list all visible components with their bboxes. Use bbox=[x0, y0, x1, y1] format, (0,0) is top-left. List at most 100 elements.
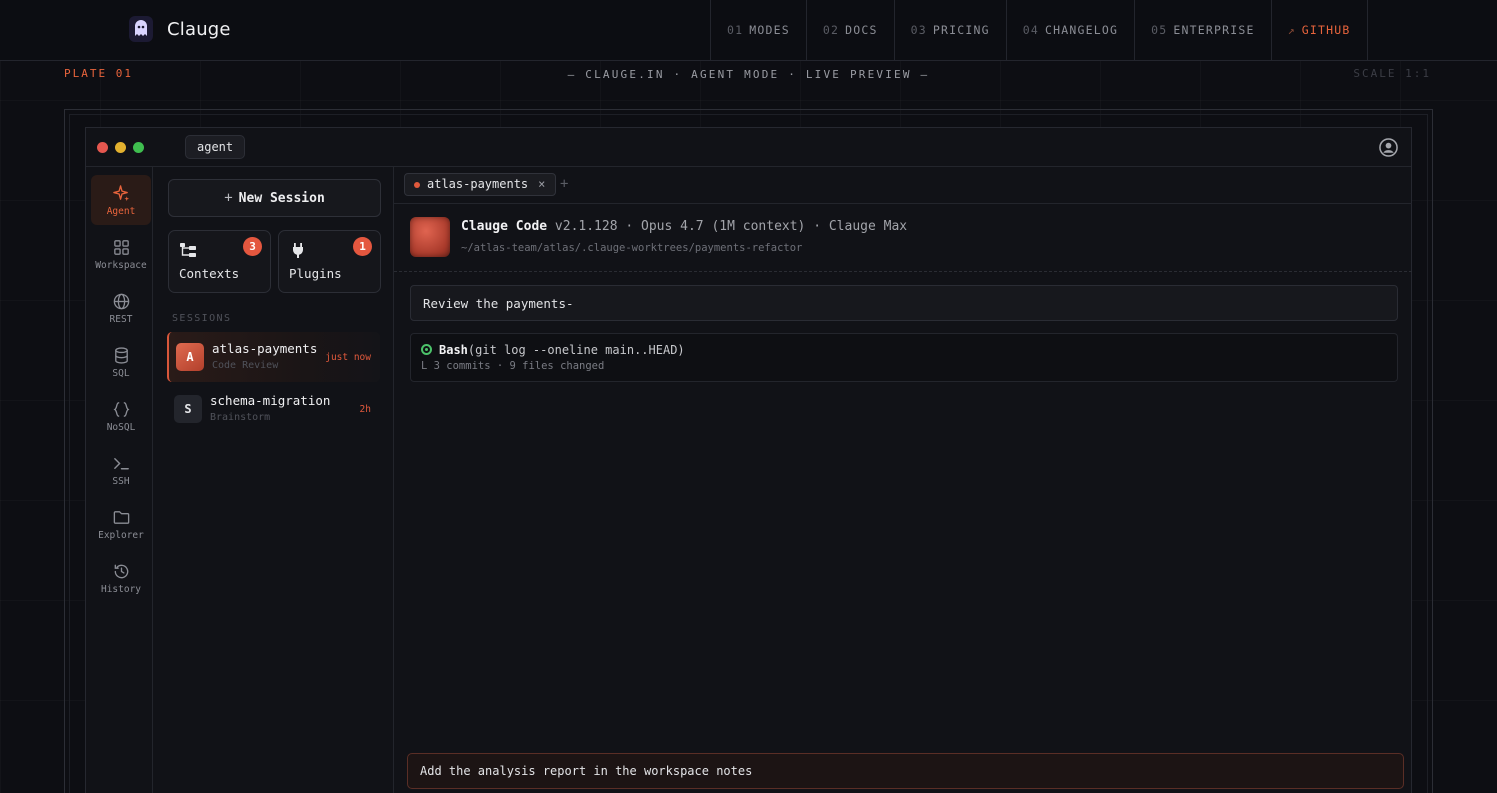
nav-num: 04 bbox=[1022, 23, 1039, 37]
new-session-button[interactable]: + New Session bbox=[168, 179, 381, 217]
session-name: schema-migration bbox=[210, 393, 331, 408]
contexts-card[interactable]: Contexts 3 bbox=[168, 230, 271, 293]
contexts-count-badge: 3 bbox=[243, 237, 262, 256]
nav-modes[interactable]: 01 MODES bbox=[710, 0, 806, 60]
brand-name: Clauge bbox=[167, 18, 231, 40]
contexts-label: Contexts bbox=[179, 266, 240, 281]
tab-status-dot bbox=[414, 182, 420, 188]
folder-tree-icon bbox=[180, 243, 196, 257]
session-time: 2h bbox=[359, 404, 371, 415]
app-window: agent Agent Workspace REST SQL NoSQL SSH… bbox=[85, 127, 1412, 793]
nav-num: 02 bbox=[822, 23, 840, 37]
nav-enterprise[interactable]: 05 ENTERPRISE bbox=[1134, 0, 1271, 60]
grid-icon bbox=[113, 239, 129, 255]
mode-pill[interactable]: agent bbox=[185, 135, 246, 159]
tab-atlas-payments[interactable]: atlas-payments × bbox=[404, 173, 557, 196]
nav-label: GITHUB bbox=[1301, 23, 1351, 37]
plug-icon bbox=[293, 243, 303, 258]
plugins-card[interactable]: Plugins 1 bbox=[278, 230, 381, 293]
tool-call-block[interactable]: Bash(git log --oneline main..HEAD) L 3 c… bbox=[410, 333, 1398, 382]
minimize-window-button[interactable] bbox=[115, 142, 126, 153]
nav-pricing[interactable]: 03 PRICING bbox=[893, 0, 1006, 60]
session-main: atlas-payments × + Clauge Code v2.1.128 ·… bbox=[394, 167, 1412, 793]
session-type: Code Review bbox=[212, 360, 279, 371]
window-titlebar: agent bbox=[86, 128, 1411, 167]
product-name: Clauge Code bbox=[461, 219, 548, 234]
session-item-atlas-payments[interactable]: A atlas-payments Code Review just now bbox=[167, 332, 380, 382]
nav-label: DOCS bbox=[845, 23, 878, 37]
preview-caption: — CLAUGE.IN · AGENT MODE · LIVE PREVIEW … bbox=[567, 68, 930, 81]
sessions-panel: + New Session Contexts 3 Plugins 1 SESSI… bbox=[153, 167, 394, 793]
plugins-label: Plugins bbox=[289, 266, 342, 281]
rail-label: SQL bbox=[112, 367, 130, 379]
database-icon bbox=[114, 346, 128, 364]
session-tabbar: atlas-payments × + bbox=[394, 167, 1412, 204]
nav-num: 05 bbox=[1151, 23, 1168, 37]
add-tab-button[interactable]: + bbox=[560, 176, 568, 192]
main-nav: 01 MODES 02 DOCS 03 PRICING 04 CHANGELOG 05 E… bbox=[710, 0, 1368, 60]
rail-item-ssh[interactable]: SSH bbox=[91, 445, 151, 495]
nav-docs[interactable]: 02 DOCS bbox=[805, 0, 894, 60]
nav-label: PRICING bbox=[932, 23, 990, 37]
model-avatar bbox=[410, 217, 450, 257]
plus-icon: + bbox=[224, 190, 233, 206]
mode-rail: Agent Workspace REST SQL NoSQL SSH Explo… bbox=[86, 167, 153, 793]
model-details: v2.1.128 · Opus 4.7 (1M context) · Claug… bbox=[547, 219, 908, 234]
plate-caption: PLATE 01 — CLAUGE.IN · AGENT MODE · LIVE… bbox=[0, 62, 1497, 86]
session-type: Brainstorm bbox=[210, 412, 271, 423]
rail-item-agent[interactable]: Agent bbox=[91, 175, 151, 225]
close-window-button[interactable] bbox=[97, 142, 108, 153]
rail-item-sql[interactable]: SQL bbox=[91, 337, 151, 387]
sparkle-icon bbox=[112, 184, 129, 201]
rail-label: Agent bbox=[106, 205, 136, 217]
braces-icon bbox=[113, 401, 129, 417]
tab-label: atlas-payments bbox=[427, 177, 529, 191]
close-tab-icon[interactable]: × bbox=[538, 177, 545, 191]
top-navbar: Clauge 01 MODES 02 DOCS 03 PRICING 04 CHANGE… bbox=[0, 0, 1497, 61]
success-status-icon bbox=[421, 344, 432, 355]
message-composer-input[interactable]: Add the analysis report in the workspace… bbox=[407, 753, 1404, 789]
nav-label: CHANGELOG bbox=[1045, 23, 1119, 37]
ghost-logo-icon bbox=[129, 16, 153, 42]
tool-result: L 3 commits · 9 files changed bbox=[421, 360, 605, 372]
rail-label: History bbox=[100, 583, 142, 595]
rail-label: Explorer bbox=[98, 529, 144, 541]
nav-num: 01 bbox=[727, 23, 744, 37]
nav-label: ENTERPRISE bbox=[1173, 23, 1255, 37]
nav-changelog[interactable]: 04 CHANGELOG bbox=[1005, 0, 1134, 60]
rail-label: SSH bbox=[112, 475, 130, 487]
tool-call-line: Bash(git log --oneline main..HEAD) bbox=[439, 343, 685, 357]
session-name: atlas-payments bbox=[212, 341, 318, 356]
session-time: just now bbox=[325, 352, 371, 363]
nav-num: 03 bbox=[910, 23, 927, 37]
globe-icon bbox=[113, 293, 129, 309]
scale-label: SCALE 1:1 bbox=[1353, 67, 1431, 80]
plugins-count-badge: 1 bbox=[353, 237, 372, 256]
tool-name: Bash bbox=[439, 343, 468, 357]
tool-args: (git log --oneline main..HEAD) bbox=[467, 343, 685, 357]
terminal-icon bbox=[113, 457, 129, 469]
brand[interactable]: Clauge bbox=[129, 16, 231, 42]
rail-label: NoSQL bbox=[106, 421, 136, 433]
history-icon bbox=[114, 564, 128, 578]
rail-item-history[interactable]: History bbox=[91, 553, 151, 603]
session-header: Clauge Code v2.1.128 · Opus 4.7 (1M cont… bbox=[394, 204, 1412, 272]
external-link-icon: ↗ bbox=[1287, 23, 1296, 37]
rail-item-workspace[interactable]: Workspace bbox=[91, 229, 151, 279]
rail-label: REST bbox=[109, 313, 133, 325]
worktree-path: ~/atlas-team/atlas/.clauge-worktrees/pay… bbox=[461, 242, 803, 254]
rail-label: Workspace bbox=[95, 259, 147, 271]
rail-item-nosql[interactable]: NoSQL bbox=[91, 391, 151, 441]
new-session-label: New Session bbox=[238, 190, 325, 206]
rail-item-rest[interactable]: REST bbox=[91, 283, 151, 333]
rail-item-explorer[interactable]: Explorer bbox=[91, 499, 151, 549]
model-info: Clauge Code v2.1.128 · Opus 4.7 (1M cont… bbox=[461, 219, 907, 234]
session-item-schema-migration[interactable]: S schema-migration Brainstorm 2h bbox=[167, 384, 380, 434]
session-avatar: A bbox=[176, 343, 204, 371]
user-prompt-message: Review the payments- bbox=[410, 285, 1398, 321]
sessions-heading: SESSIONS bbox=[172, 313, 232, 324]
nav-github[interactable]: ↗ GITHUB bbox=[1270, 0, 1368, 60]
folder-icon bbox=[113, 510, 129, 524]
maximize-window-button[interactable] bbox=[133, 142, 144, 153]
user-account-icon[interactable] bbox=[1379, 138, 1398, 157]
